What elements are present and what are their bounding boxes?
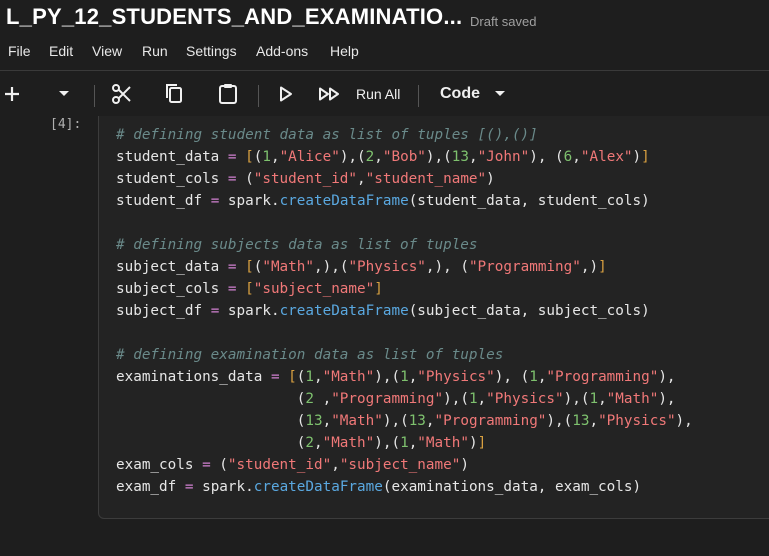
- execution-count: [4]:: [50, 117, 82, 132]
- code-line: (13,"Math"),(13,"Programming"),(13,"Phys…: [116, 413, 693, 429]
- code-line: # defining examination data as list of t…: [116, 347, 504, 363]
- menu-view[interactable]: View: [92, 43, 122, 59]
- menu-settings[interactable]: Settings: [186, 43, 237, 59]
- chevron-down-icon: [495, 91, 505, 96]
- notebook-title[interactable]: L_PY_12_STUDENTS_AND_EXAMINATIO...: [6, 4, 462, 30]
- menu-bar: File Edit View Run Settings Add-ons Help: [0, 36, 769, 66]
- menu-add-ons[interactable]: Add-ons: [256, 43, 308, 59]
- code-line: subject_cols = ["subject_name"]: [116, 281, 383, 297]
- cell-type-label: Code: [440, 85, 480, 102]
- toolbar-separator: [418, 85, 419, 107]
- paste-button[interactable]: [214, 79, 242, 109]
- code-line: student_df = spark.createDataFrame(stude…: [116, 193, 650, 209]
- menu-run[interactable]: Run: [142, 43, 168, 59]
- code-line: (2 ,"Programming"),(1,"Physics"),(1,"Mat…: [116, 391, 676, 407]
- fast-forward-icon: [319, 87, 339, 101]
- add-cell-dropdown-button[interactable]: [52, 79, 76, 109]
- add-cell-button[interactable]: [0, 79, 24, 109]
- scissors-icon: [112, 84, 131, 104]
- menu-file[interactable]: File: [8, 43, 31, 59]
- chevron-down-icon: [59, 91, 69, 96]
- run-cell-button[interactable]: [274, 79, 298, 109]
- menu-help[interactable]: Help: [330, 43, 359, 59]
- toolbar-separator: [94, 85, 95, 107]
- code-line: subject_data = [("Math",),("Physics",), …: [116, 259, 607, 275]
- code-line: exam_cols = ("student_id","subject_name"…: [116, 457, 469, 473]
- code-line: subject_df = spark.createDataFrame(subje…: [116, 303, 650, 319]
- cut-button[interactable]: [108, 79, 136, 109]
- code-line: student_cols = ("student_id","student_na…: [116, 171, 495, 187]
- save-status: Draft saved: [470, 14, 537, 29]
- code-editor[interactable]: # defining student data as list of tuple…: [116, 124, 693, 498]
- cell-type-select[interactable]: Code: [440, 79, 510, 109]
- code-line: # defining subjects data as list of tupl…: [116, 237, 478, 253]
- copy-icon: [166, 84, 182, 103]
- title-bar: L_PY_12_STUDENTS_AND_EXAMINATIO... Draft…: [0, 0, 769, 36]
- run-all-label: Run All: [356, 86, 401, 102]
- toolbar: Run All Code: [0, 71, 769, 117]
- code-line: student_data = [(1,"Alice"),(2,"Bob"),(1…: [116, 149, 650, 165]
- code-line: examinations_data = [(1,"Math"),(1,"Phys…: [116, 369, 676, 385]
- code-line: exam_df = spark.createDataFrame(examinat…: [116, 479, 642, 495]
- code-line: (2,"Math"),(1,"Math")]: [116, 435, 487, 451]
- menu-edit[interactable]: Edit: [49, 43, 73, 59]
- plus-icon: [5, 87, 19, 101]
- clipboard-icon: [219, 84, 237, 104]
- play-icon: [280, 86, 292, 102]
- copy-button[interactable]: [160, 79, 188, 109]
- toolbar-separator: [258, 85, 259, 107]
- run-all-button[interactable]: Run All: [318, 79, 412, 109]
- code-line: # defining student data as list of tuple…: [116, 127, 538, 143]
